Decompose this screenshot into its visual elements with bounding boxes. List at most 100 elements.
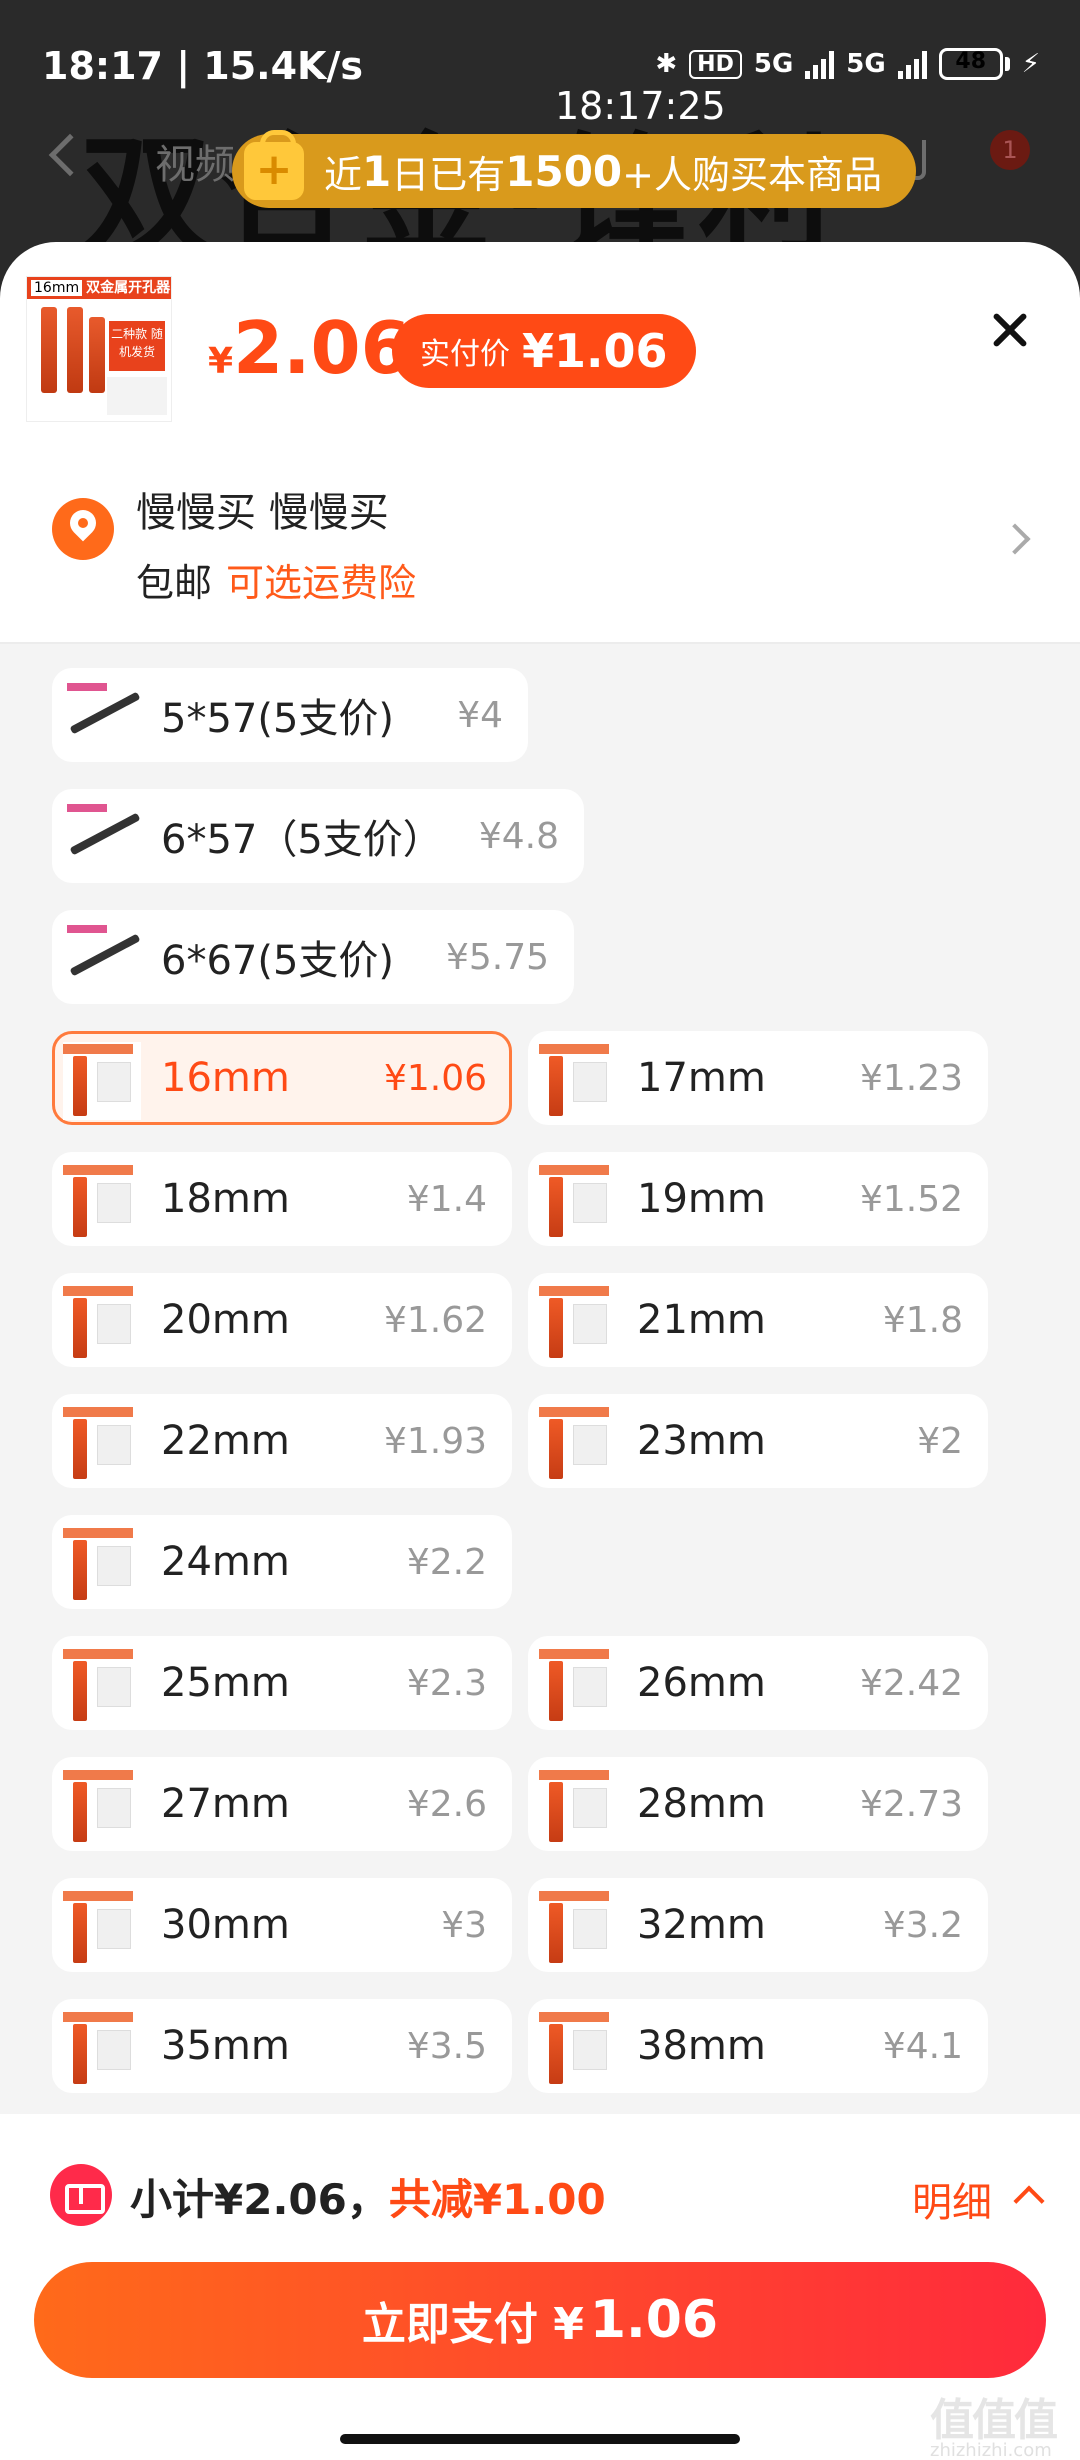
sku-option-name: 25mm [161,1660,290,1706]
status-icons: ✱ HD 5G 5G 48 ⚡ [655,48,1040,80]
sku-option-thumbnail [539,1889,617,1967]
address-row[interactable]: 慢慢买 慢慢买 包邮 可选运费险 [0,452,1080,622]
close-icon[interactable] [984,302,1040,358]
sku-option[interactable]: 22mm ¥1.93 [52,1394,512,1488]
banner-suffix: +人购买本商品 [622,152,883,197]
sku-option[interactable]: 6*67(5支价) ¥5.75 [52,910,574,1004]
sku-option-thumbnail [63,1889,141,1967]
sku-option-price: ¥1.06 [383,1057,487,1099]
sku-option-thumbnail [63,679,141,757]
battery-icon: 48 [938,48,1010,80]
banner-count: 1500 [505,146,623,196]
sku-option-price: ¥1.62 [383,1299,487,1341]
sku-option-name: 24mm [161,1539,290,1585]
banner-mid: 日已有 [391,152,506,197]
charging-icon: ⚡ [1021,49,1040,79]
sku-option-name: 18mm [161,1176,290,1222]
background-video-tab: 视频 [155,142,235,188]
thumbnail-info [107,377,167,415]
sku-option[interactable]: 17mm ¥1.23 [528,1031,988,1125]
sku-option[interactable]: 26mm ¥2.42 [528,1636,988,1730]
sku-option-price: ¥2.73 [859,1783,963,1825]
watermark-logo: 值值值 [930,2395,1058,2446]
home-indicator[interactable] [340,2434,740,2444]
sku-option[interactable]: 28mm ¥2.73 [528,1757,988,1851]
sku-option-price: ¥2.6 [406,1783,487,1825]
sku-option[interactable]: 30mm ¥3 [52,1878,512,1972]
sku-option-price: ¥2.2 [406,1541,487,1583]
sku-option-thumbnail [539,1647,617,1725]
chevron-right-icon [999,523,1031,555]
sku-option[interactable]: 23mm ¥2 [528,1394,988,1488]
shipping-info: 包邮 可选运费险 [136,561,417,605]
sku-option[interactable]: 27mm ¥2.6 [52,1757,512,1851]
sku-option[interactable]: 25mm ¥2.3 [52,1636,512,1730]
network-5g-label-2: 5G [846,49,886,79]
sku-option[interactable]: 6*57（5支价） ¥4.8 [52,789,584,883]
hd-icon: HD [689,49,742,79]
sku-option[interactable]: 18mm ¥1.4 [52,1152,512,1246]
sku-option-thumbnail [539,1284,617,1362]
sku-option-price: ¥1.8 [882,1299,963,1341]
sku-option[interactable]: 24mm ¥2.2 [52,1515,512,1609]
sku-option-name: 5*57(5支价) [161,696,395,742]
sku-option-name: 6*67(5支价) [161,938,395,984]
sku-option-name: 32mm [637,1902,766,1948]
sku-option-price: ¥1.93 [383,1420,487,1462]
sku-option[interactable]: 38mm ¥4.1 [528,1999,988,2093]
chevron-up-icon[interactable] [1013,2185,1045,2217]
sku-option-thumbnail [63,921,141,999]
sku-option-price: ¥4.1 [882,2025,963,2067]
banner-days: 1 [362,146,392,196]
clock-overlay: 18:17:25 [555,84,726,128]
status-bar: 18:17 | 15.4K/s ✱ HD 5G 5G 48 ⚡ 18:17:25 [0,0,1080,130]
discount-amount: 共减¥1.00 [388,2175,606,2224]
thumbnail-label: 16mm 双金属开孔器 [27,277,171,299]
sku-option-price: ¥1.52 [859,1178,963,1220]
sku-option-thumbnail [539,2010,617,2088]
location-pin-icon [52,498,114,560]
sku-option-price: ¥3.2 [882,1904,963,1946]
sku-option-name: 30mm [161,1902,290,1948]
sku-option-price: ¥3.5 [406,2025,487,2067]
sku-option-thumbnail [63,1768,141,1846]
sku-option-price: ¥1.4 [406,1178,487,1220]
sku-option[interactable]: 19mm ¥1.52 [528,1152,988,1246]
sku-option-name: 26mm [637,1660,766,1706]
sku-option-price: ¥4.8 [478,815,559,857]
bluetooth-icon: ✱ [655,49,678,79]
sku-option[interactable]: 20mm ¥1.62 [52,1273,512,1367]
sku-option[interactable]: 35mm ¥3.5 [52,1999,512,2093]
sku-option-price: ¥5.75 [445,936,549,978]
sku-option-thumbnail [539,1042,617,1120]
sku-option-name: 21mm [637,1297,766,1343]
subtotal-amount: 小计¥2.06， [130,2175,389,2224]
purchase-count-banner: 近1日已有1500+人购买本商品 [232,130,917,208]
signal-icon-2 [897,49,927,79]
product-thumbnail[interactable]: 16mm 双金属开孔器 二种款 随机发货 [26,276,172,422]
sku-option-thumbnail [63,1647,141,1725]
sku-option-thumbnail [539,1768,617,1846]
sku-option-price: ¥4 [457,694,503,736]
battery-level: 48 [955,49,987,74]
sku-option[interactable]: 16mm ¥1.06 [52,1031,512,1125]
sku-option-thumbnail [63,1526,141,1604]
sku-option-thumbnail [539,1405,617,1483]
sku-option[interactable]: 5*57(5支价) ¥4 [52,668,528,762]
product-price: ¥2.06 [208,306,411,390]
banner-prefix: 近 [324,152,363,197]
shipping-insurance-link[interactable]: 可选运费险 [226,561,416,605]
sku-option-name: 27mm [161,1781,290,1827]
sku-option-thumbnail [63,1163,141,1241]
sku-option-name: 28mm [637,1781,766,1827]
sku-option[interactable]: 32mm ¥3.2 [528,1878,988,1972]
sku-option-name: 23mm [637,1418,766,1464]
pay-now-button[interactable]: 立即支付 ¥1.06 [34,2262,1046,2378]
detail-toggle[interactable]: 明细 [912,2170,992,2228]
drill-image [89,317,105,393]
sku-option-name: 6*57（5支价） [161,817,443,863]
sku-option[interactable]: 21mm ¥1.8 [528,1273,988,1367]
sku-option-thumbnail [63,1284,141,1362]
subtotal-text: 小计¥2.06，共减¥1.00 [130,2166,606,2227]
sku-option-thumbnail [63,800,141,878]
